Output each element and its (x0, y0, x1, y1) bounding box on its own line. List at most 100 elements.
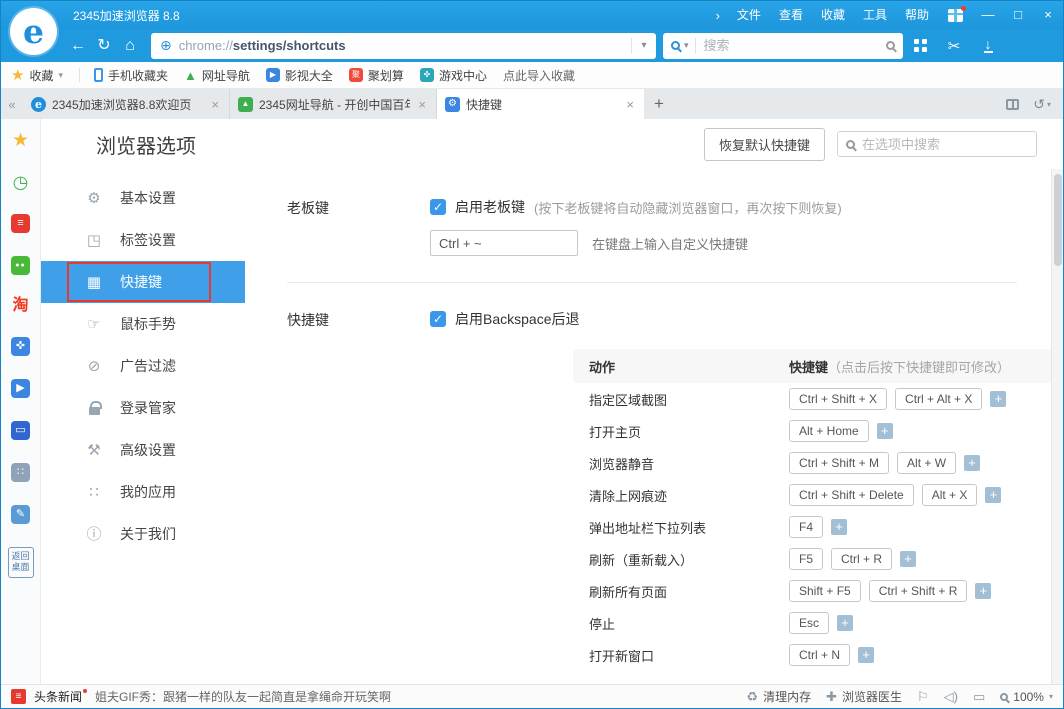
options-searchbox[interactable] (837, 131, 1037, 157)
menu-item-advanced-settings[interactable]: ⚒ 高级设置 (41, 429, 245, 471)
tab-shortcuts[interactable]: ⚙ 快捷键 × (437, 89, 644, 119)
menu-item-login-manager[interactable]: 登录管家 (41, 387, 245, 429)
screenshot-monitor-icon[interactable]: ▭ (973, 690, 985, 703)
menu-item-tab-settings[interactable]: ◳ 标签设置 (41, 219, 245, 261)
shortcut-key-chip[interactable]: Ctrl + N (789, 644, 851, 666)
return-desktop-button[interactable]: 返回 桌面 (7, 547, 34, 578)
add-shortcut-button[interactable]: + (964, 455, 981, 471)
new-tab-button[interactable]: + (644, 89, 674, 119)
bookmark-game-center[interactable]: ✜ 游戏中心 (419, 67, 487, 84)
add-shortcut-button[interactable]: + (858, 647, 875, 663)
tab-welcome-page[interactable]: e 2345加速浏览器8.8欢迎页 × (23, 89, 230, 119)
bookmark-video-hub[interactable]: ▶ 影视大全 (265, 67, 333, 84)
favorites-menu[interactable]: ★ 收藏 ▾ (11, 67, 63, 84)
collapse-tabs-button[interactable]: « (1, 89, 23, 119)
browser-doctor-button[interactable]: ✚ 浏览器医生 (826, 688, 902, 705)
speaker-icon[interactable]: ◁) (944, 690, 958, 703)
boss-key-input[interactable] (430, 230, 578, 256)
toutiao-news-icon[interactable]: ≡ (11, 689, 26, 704)
menu-favorites[interactable]: 收藏 (812, 1, 854, 29)
shortcut-key-chip[interactable]: Ctrl + R (831, 548, 893, 570)
shortcut-key-chip[interactable]: Shift + F5 (789, 580, 861, 602)
menu-file[interactable]: 文件 (728, 1, 770, 29)
screenshot-button[interactable]: ✂ (937, 33, 971, 59)
game-center-icon[interactable]: ✜ (11, 337, 30, 356)
menu-view[interactable]: 查看 (770, 1, 812, 29)
taobao-icon[interactable]: 淘 (12, 298, 28, 314)
favorites-star-icon[interactable]: ★ (12, 131, 29, 150)
backspace-checkbox[interactable]: ✓ (430, 311, 446, 327)
skin-brush-icon[interactable]: ✎ (11, 505, 30, 524)
shortcut-key-chip[interactable]: Ctrl + Shift + M (789, 452, 890, 474)
news-ticker[interactable]: 姐夫GIF秀：跟猪一样的队友一起简直是拿绳命开玩笑啊 (95, 688, 391, 705)
news-brand[interactable]: 头条新闻 (34, 688, 88, 705)
options-search-input[interactable] (862, 136, 1028, 152)
menu-item-about[interactable]: ⓘ 关于我们 (41, 513, 245, 555)
calculator-icon[interactable]: ∷ (11, 463, 30, 482)
shortcut-key-chip[interactable]: Ctrl + Alt + X (895, 388, 983, 410)
restore-default-shortcuts-button[interactable]: 恢复默认快捷键 (703, 127, 825, 161)
shortcut-key-chip[interactable]: Alt + X (921, 484, 978, 506)
reopen-closed-tab-button[interactable]: ↺ ▾ (1033, 96, 1051, 113)
browser-logo[interactable]: e (10, 8, 57, 55)
apps-grid-button[interactable] (903, 33, 937, 59)
close-button[interactable]: × (1033, 1, 1063, 29)
shortcut-key-chip[interactable]: F5 (789, 548, 824, 570)
flag-icon[interactable]: ⚐ (917, 690, 929, 703)
news-icon[interactable]: ≡ (11, 214, 30, 233)
add-shortcut-button[interactable]: + (831, 519, 848, 535)
scrollbar-thumb[interactable] (1054, 174, 1062, 266)
shortcut-key-chip[interactable]: Esc (789, 612, 830, 634)
toolbar-searchbox[interactable]: ▾ (663, 32, 903, 59)
close-tab-icon[interactable]: × (209, 97, 221, 112)
shortcut-key-chip[interactable]: Ctrl + Shift + Delete (789, 484, 914, 506)
clean-memory-button[interactable]: ♻ 清理内存 (746, 688, 811, 705)
scrollbar[interactable] (1051, 169, 1063, 684)
search-engine-icon[interactable] (671, 41, 680, 50)
video-player-icon[interactable]: ▶ (11, 379, 30, 398)
shortcut-key-chip[interactable]: Alt + Home (789, 420, 869, 442)
search-icon[interactable] (886, 41, 895, 50)
add-shortcut-button[interactable]: + (837, 615, 854, 631)
close-tab-icon[interactable]: × (416, 97, 428, 112)
menu-item-basic-settings[interactable]: ⚙ 基本设置 (41, 177, 245, 219)
bookmark-juhuasuan[interactable]: 聚 聚划算 (348, 67, 404, 84)
menu-expand-icon[interactable]: › (708, 8, 728, 23)
zoom-control[interactable]: 100% ▾ (1000, 690, 1053, 704)
address-dropdown-icon[interactable]: ▾ (632, 40, 656, 51)
back-button[interactable]: ← (65, 33, 91, 59)
add-shortcut-button[interactable]: + (900, 551, 917, 567)
bookmark-mobile-favorites[interactable]: 手机收藏夹 (94, 67, 168, 84)
history-clock-icon[interactable]: ◷ (13, 173, 29, 191)
tab-nav-site[interactable]: ▲ 2345网址导航 - 开创中国百年... × (230, 89, 437, 119)
gift-icon[interactable] (948, 5, 966, 22)
bookmark-site-nav[interactable]: ▲ 网址导航 (184, 67, 250, 84)
shortcut-key-chip[interactable]: Alt + W (897, 452, 957, 474)
close-tab-icon[interactable]: × (624, 97, 636, 112)
shortcut-key-chip[interactable]: Ctrl + Shift + X (789, 388, 888, 410)
maximize-button[interactable]: □ (1003, 1, 1033, 29)
window-layout-icon[interactable] (1006, 98, 1020, 110)
import-bookmarks-link[interactable]: 点此导入收藏 (503, 67, 575, 84)
search-input[interactable] (695, 38, 886, 53)
menu-item-ad-filter[interactable]: ⊘ 广告过滤 (41, 345, 245, 387)
shortcut-key-chip[interactable]: F4 (789, 516, 824, 538)
add-shortcut-button[interactable]: + (876, 423, 893, 439)
menu-tools[interactable]: 工具 (854, 1, 896, 29)
download-button[interactable]: ↓ (971, 33, 1005, 59)
wechat-icon[interactable]: ●● (11, 256, 30, 275)
menu-help[interactable]: 帮助 (896, 1, 938, 29)
shortcut-key-chip[interactable]: Ctrl + Shift + R (868, 580, 968, 602)
boss-key-checkbox[interactable]: ✓ (430, 199, 446, 215)
computer-icon[interactable]: ▭ (11, 421, 30, 440)
address-bar[interactable]: ⊕ chrome:// settings/shortcuts ▾ (151, 32, 656, 59)
add-shortcut-button[interactable]: + (975, 583, 992, 599)
menu-item-shortcuts[interactable]: ▦ 快捷键 (41, 261, 245, 303)
add-shortcut-button[interactable]: + (985, 487, 1002, 503)
search-engine-caret-icon[interactable]: ▾ (684, 40, 689, 51)
refresh-button[interactable]: ↻ (91, 33, 117, 59)
minimize-button[interactable]: — (973, 1, 1003, 29)
add-shortcut-button[interactable]: + (990, 391, 1007, 407)
home-button[interactable]: ⌂ (117, 33, 143, 59)
menu-item-mouse-gestures[interactable]: ☞ 鼠标手势 (41, 303, 245, 345)
